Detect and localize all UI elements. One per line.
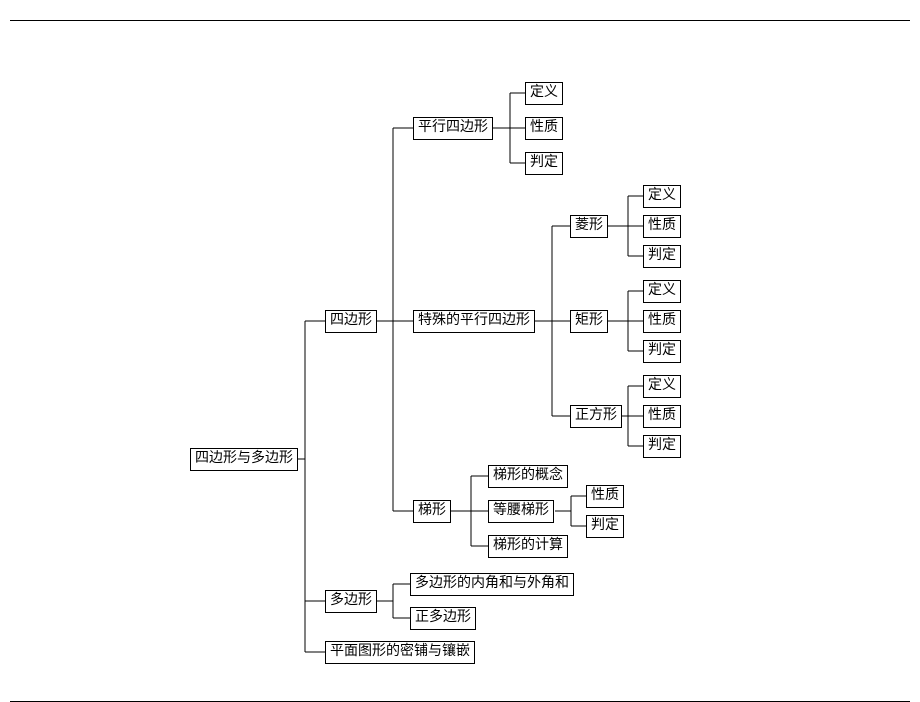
node-trapezoid: 梯形 (413, 500, 451, 523)
node-rhombus-prop: 性质 (643, 215, 681, 238)
node-par-judge: 判定 (525, 152, 563, 175)
node-tessellation: 平面图形的密铺与镶嵌 (325, 641, 475, 664)
node-parallelogram: 平行四边形 (413, 117, 493, 140)
node-iso-prop: 性质 (586, 485, 624, 508)
node-rhombus-judge: 判定 (643, 245, 681, 268)
node-iso-judge: 判定 (586, 515, 624, 538)
node-par-def: 定义 (525, 82, 563, 105)
node-rect-def: 定义 (643, 280, 681, 303)
node-square-judge: 判定 (643, 435, 681, 458)
node-root: 四边形与多边形 (190, 448, 298, 471)
node-square-prop: 性质 (643, 405, 681, 428)
node-polygon: 多边形 (325, 590, 377, 613)
node-iso-trap: 等腰梯形 (488, 500, 554, 523)
diagram-frame: 四边形与多边形 四边形 多边形 平面图形的密铺与镶嵌 平行四边形 特殊的平行四边… (10, 20, 910, 702)
node-trap-calc: 梯形的计算 (488, 535, 568, 558)
node-special-parallelogram: 特殊的平行四边形 (413, 310, 535, 333)
node-rhombus: 菱形 (570, 215, 608, 238)
node-square: 正方形 (570, 405, 622, 428)
node-par-prop: 性质 (525, 117, 563, 140)
node-rect-prop: 性质 (643, 310, 681, 333)
node-poly-angles: 多边形的内角和与外角和 (410, 573, 574, 596)
node-rect-judge: 判定 (643, 340, 681, 363)
node-regular-poly: 正多边形 (410, 607, 476, 630)
node-quadrilateral: 四边形 (325, 310, 377, 333)
node-trap-concept: 梯形的概念 (488, 465, 568, 488)
node-square-def: 定义 (643, 375, 681, 398)
node-rhombus-def: 定义 (643, 185, 681, 208)
node-rectangle: 矩形 (570, 310, 608, 333)
